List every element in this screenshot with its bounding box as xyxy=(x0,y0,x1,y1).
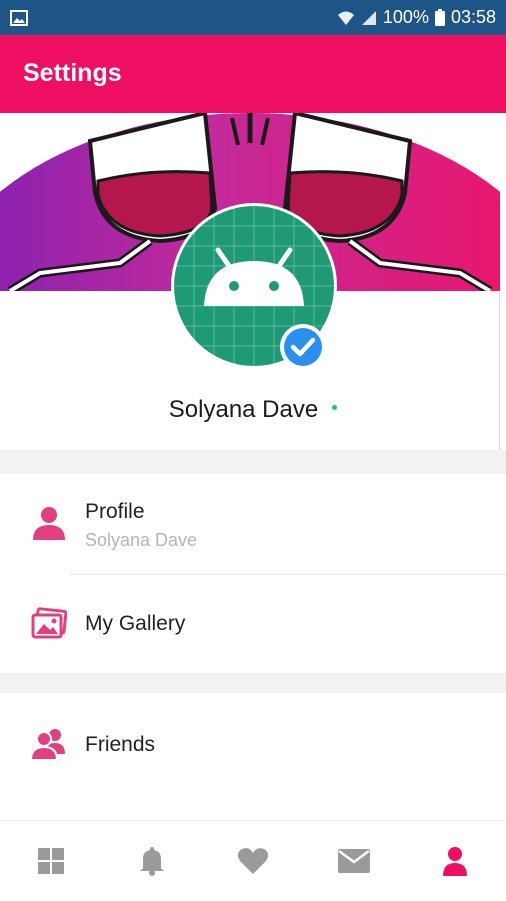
battery-percent: 100% xyxy=(382,7,429,27)
grid-icon xyxy=(37,848,64,874)
image-notification-icon xyxy=(10,9,28,26)
menu-item-label: My Gallery xyxy=(85,612,186,635)
bell-icon xyxy=(139,847,164,876)
profile-name-text: Solyana Dave xyxy=(168,396,319,423)
nav-messages[interactable] xyxy=(303,821,404,901)
page-title: Settings xyxy=(23,59,122,87)
friends-icon xyxy=(31,729,65,761)
profile-name: Solyana Dave xyxy=(0,396,506,424)
heart-icon xyxy=(237,848,268,874)
menu-item-profile[interactable]: Profile Solyana Dave xyxy=(0,474,506,574)
menu-item-gallery[interactable]: My Gallery xyxy=(0,575,506,673)
bottom-navigation xyxy=(0,820,506,901)
online-status-dot xyxy=(332,405,338,411)
clock: 03:58 xyxy=(450,7,496,27)
nav-notifications[interactable] xyxy=(101,821,202,901)
app-toolbar: Settings xyxy=(0,35,506,113)
gallery-icon xyxy=(31,607,67,639)
status-bar: 100% 03:58 xyxy=(0,0,506,35)
person-icon xyxy=(442,847,467,876)
section-separator xyxy=(0,673,506,693)
menu-item-label: Profile xyxy=(85,500,145,523)
mail-icon xyxy=(337,849,370,873)
nav-profile[interactable] xyxy=(404,821,505,901)
menu-item-sublabel: Solyana Dave xyxy=(85,530,198,550)
battery-icon xyxy=(434,9,445,26)
menu-item-friends[interactable]: Friends xyxy=(0,693,506,819)
section-separator xyxy=(0,450,506,474)
verified-badge-icon xyxy=(280,324,326,370)
wifi-icon xyxy=(337,11,354,25)
signal-icon xyxy=(361,10,376,25)
person-icon xyxy=(33,507,65,540)
nav-home[interactable] xyxy=(0,821,101,901)
profile-header: Solyana Dave xyxy=(0,113,506,508)
nav-favorites[interactable] xyxy=(202,821,303,901)
menu-item-label: Friends xyxy=(85,733,156,756)
